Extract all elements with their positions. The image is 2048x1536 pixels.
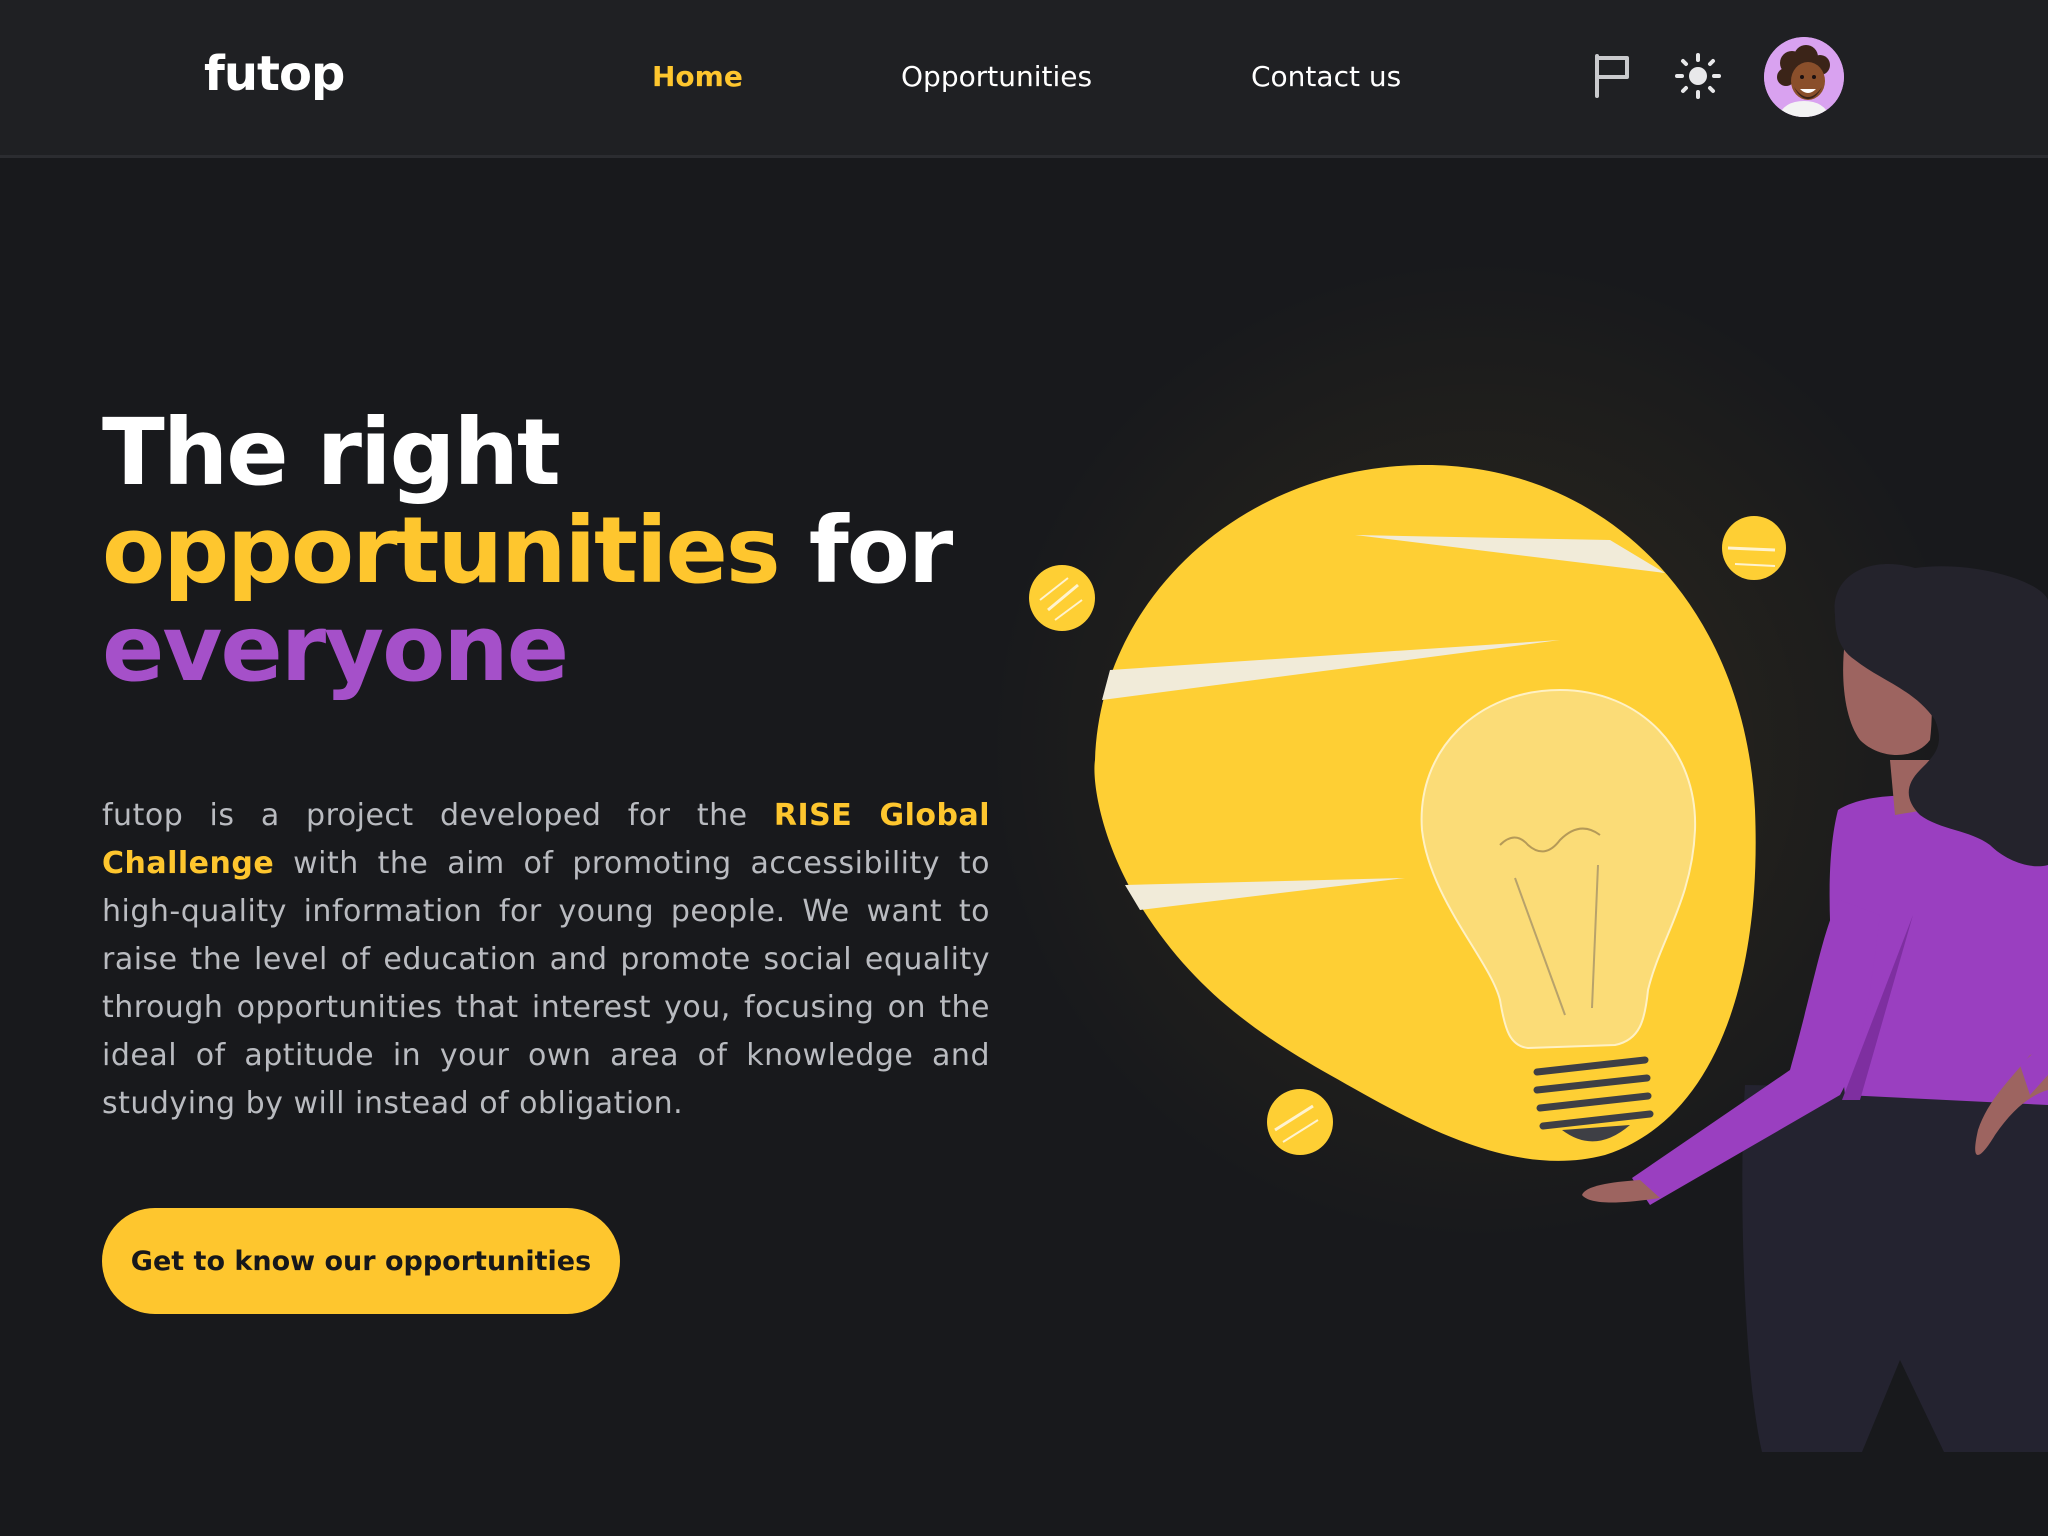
- logo[interactable]: futop: [204, 46, 345, 102]
- user-avatar[interactable]: [1764, 37, 1844, 117]
- hero-desc-part-1: futop is a project developed for the: [102, 798, 774, 833]
- theme-toggle-button[interactable]: [1672, 50, 1724, 102]
- nav-link-contact-us[interactable]: Contact us: [1251, 60, 1401, 93]
- hero-description: futop is a project developed for the RIS…: [102, 792, 990, 1128]
- hero-desc-part-2: with the aim of promoting accessibility …: [102, 846, 990, 1121]
- hero-title-highlight-opportunities: opportunities: [102, 497, 781, 604]
- flag-icon: [1595, 54, 1629, 98]
- hero-title-everyone: everyone: [102, 595, 569, 702]
- nav-link-opportunities[interactable]: Opportunities: [901, 60, 1092, 93]
- hero-title: The right opportunities for everyone: [102, 399, 954, 702]
- avatar-icon: [1764, 37, 1844, 117]
- sun-icon: [1675, 53, 1721, 99]
- hero-title-for: for: [808, 497, 954, 604]
- illustration-glow: [980, 250, 1980, 1250]
- cta-opportunities-button[interactable]: Get to know our opportunities: [102, 1208, 620, 1314]
- navbar: futop Home Opportunities Contact us: [0, 0, 2048, 158]
- hero-title-line-1: The right: [102, 399, 561, 506]
- language-flag-button[interactable]: [1586, 50, 1638, 102]
- nav-link-home[interactable]: Home: [652, 60, 743, 93]
